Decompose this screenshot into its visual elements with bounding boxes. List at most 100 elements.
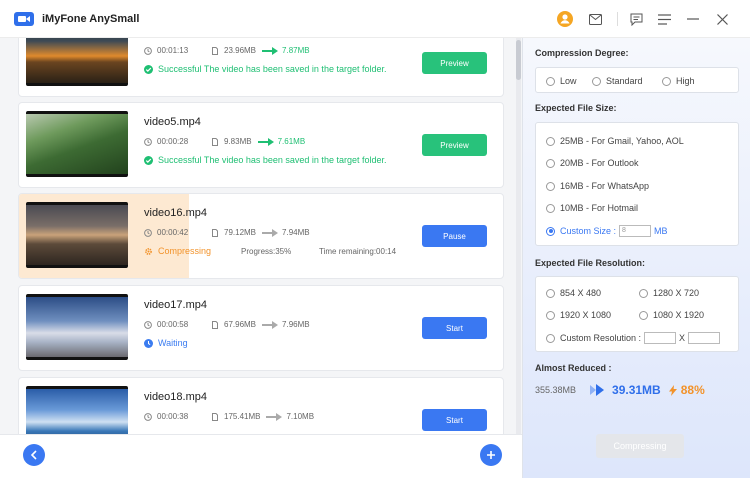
start-button[interactable]: Start xyxy=(422,409,487,431)
radio-button[interactable] xyxy=(546,288,555,298)
scrollbar-thumb[interactable] xyxy=(516,40,521,80)
size-label: 10MB - For Hotmail xyxy=(560,203,639,213)
original-size: 79.12MB xyxy=(224,228,257,237)
compress-button[interactable]: Compressing xyxy=(596,434,684,458)
check-circle-icon xyxy=(144,155,153,165)
back-button[interactable] xyxy=(23,444,45,466)
radio-button[interactable] xyxy=(546,310,555,320)
radio-button[interactable] xyxy=(639,310,648,320)
radio-button[interactable] xyxy=(592,76,601,86)
compression-degree-group: Low Standard High xyxy=(535,67,739,93)
video-filename: video5.mp4 xyxy=(144,116,201,128)
resolution-option-1280x720[interactable]: 1280 X 720 xyxy=(639,288,699,298)
start-button[interactable]: Start xyxy=(422,317,487,339)
radio-button[interactable] xyxy=(546,136,555,146)
minimize-icon[interactable] xyxy=(685,11,701,27)
video-thumbnail[interactable] xyxy=(26,202,128,268)
size-option-16mb[interactable]: 16MB - For WhatsApp xyxy=(546,181,649,191)
video-meta: 00:00:38 175.41MB 7.10MB xyxy=(144,412,314,421)
size-option-20mb[interactable]: 20MB - For Outlook xyxy=(546,158,639,168)
video-thumbnail[interactable] xyxy=(26,111,128,177)
video-meta: 00:00:28 9.83MB 7.61MB xyxy=(144,137,305,146)
degree-option-high[interactable]: High xyxy=(662,76,695,86)
video-list-panel: 00:01:13 23.96MB 7.87MB Successful The v… xyxy=(0,38,522,478)
custom-size-unit: MB xyxy=(654,226,668,236)
video-card: video17.mp4 00:00:58 67.96MB 7.96MB Wait… xyxy=(18,285,504,371)
resolution-option-854x480[interactable]: 854 X 480 xyxy=(546,288,601,298)
check-circle-icon xyxy=(144,64,153,74)
resolution-option-1080x1920[interactable]: 1080 X 1920 xyxy=(639,310,704,320)
status-text: Waiting xyxy=(158,338,188,348)
size-label: 25MB - For Gmail, Yahoo, AOL xyxy=(560,136,684,146)
title-bar: iMyFone AnySmall xyxy=(0,0,750,38)
resolution-option-custom[interactable]: Custom Resolution : X xyxy=(546,332,721,344)
reduction-percent: 88% xyxy=(680,383,705,397)
video-card: 00:01:13 23.96MB 7.87MB Successful The v… xyxy=(18,38,504,97)
radio-button[interactable] xyxy=(546,158,555,168)
clock-icon xyxy=(144,320,152,329)
radio-button[interactable] xyxy=(546,203,555,213)
lightning-icon xyxy=(668,384,677,396)
file-icon xyxy=(212,412,218,421)
resolution-option-1920x1080[interactable]: 1920 X 1080 xyxy=(546,310,611,320)
mail-icon[interactable] xyxy=(587,11,603,27)
resolution-label: 854 X 480 xyxy=(560,288,602,298)
video-card: video18.mp4 00:00:38 175.41MB 7.10MB Sta… xyxy=(18,377,504,434)
radio-button[interactable] xyxy=(546,181,555,191)
radio-button[interactable] xyxy=(546,76,555,86)
video-thumbnail[interactable] xyxy=(26,38,128,86)
video-filename: video18.mp4 xyxy=(144,391,207,403)
radio-button[interactable] xyxy=(662,76,671,86)
custom-height-input[interactable] xyxy=(688,332,721,344)
custom-resolution-label: Custom Resolution : xyxy=(560,333,642,343)
size-option-custom[interactable]: Custom Size : 8 MB xyxy=(546,225,668,237)
video-duration: 00:00:42 xyxy=(157,228,189,237)
video-duration: 00:00:38 xyxy=(157,412,189,421)
custom-width-input[interactable] xyxy=(644,332,677,344)
video-thumbnail[interactable] xyxy=(26,386,128,434)
size-label: 16MB - For WhatsApp xyxy=(560,181,650,191)
scrollbar-track[interactable] xyxy=(516,38,521,434)
size-option-25mb[interactable]: 25MB - For Gmail, Yahoo, AOL xyxy=(546,136,684,146)
video-thumbnail[interactable] xyxy=(26,294,128,360)
custom-size-label: Custom Size : xyxy=(560,226,617,236)
double-arrow-right-icon xyxy=(590,384,605,396)
bottom-bar xyxy=(0,434,522,478)
custom-size-input[interactable]: 8 xyxy=(619,225,652,237)
video-status: Compressing xyxy=(144,246,211,256)
expected-resolution-title: Expected File Resolution: xyxy=(535,258,646,268)
radio-button[interactable] xyxy=(546,333,555,343)
arrow-right-icon xyxy=(266,412,283,421)
clock-filled-icon xyxy=(144,338,153,348)
user-avatar-icon[interactable] xyxy=(557,11,573,27)
compression-degree-title: Compression Degree: xyxy=(535,48,629,58)
radio-button-selected[interactable] xyxy=(546,226,555,236)
compressed-size: 7.87MB xyxy=(282,46,310,55)
video-status: Successful The video has been saved in t… xyxy=(144,155,386,165)
compressed-size: 7.10MB xyxy=(286,412,315,421)
almost-reduced-title: Almost Reduced : xyxy=(535,363,612,373)
file-icon xyxy=(212,320,218,329)
compressed-size: 7.96MB xyxy=(282,320,310,329)
app-title: iMyFone AnySmall xyxy=(42,13,140,25)
status-text: Successful The video has been saved in t… xyxy=(158,155,387,165)
degree-option-standard[interactable]: Standard xyxy=(592,76,643,86)
feedback-icon[interactable] xyxy=(628,11,644,27)
size-label: 20MB - For Outlook xyxy=(560,158,639,168)
arrow-right-icon xyxy=(257,137,274,146)
menu-icon[interactable] xyxy=(656,11,672,27)
degree-option-low[interactable]: Low xyxy=(546,76,577,86)
expected-resolution-group: 854 X 480 1280 X 720 1920 X 1080 1080 X … xyxy=(535,276,739,352)
clock-icon xyxy=(144,46,152,55)
add-video-button[interactable] xyxy=(480,444,502,466)
pause-button[interactable]: Pause xyxy=(422,225,487,247)
video-card: video5.mp4 00:00:28 9.83MB 7.61MB Succes… xyxy=(18,102,504,188)
video-filename: video16.mp4 xyxy=(144,207,207,219)
preview-button[interactable]: Preview xyxy=(422,52,487,74)
radio-button[interactable] xyxy=(639,288,648,298)
size-option-10mb[interactable]: 10MB - For Hotmail xyxy=(546,203,638,213)
preview-button[interactable]: Preview xyxy=(422,134,487,156)
video-filename: video17.mp4 xyxy=(144,299,207,311)
close-icon[interactable] xyxy=(714,11,730,27)
file-icon xyxy=(212,137,218,146)
